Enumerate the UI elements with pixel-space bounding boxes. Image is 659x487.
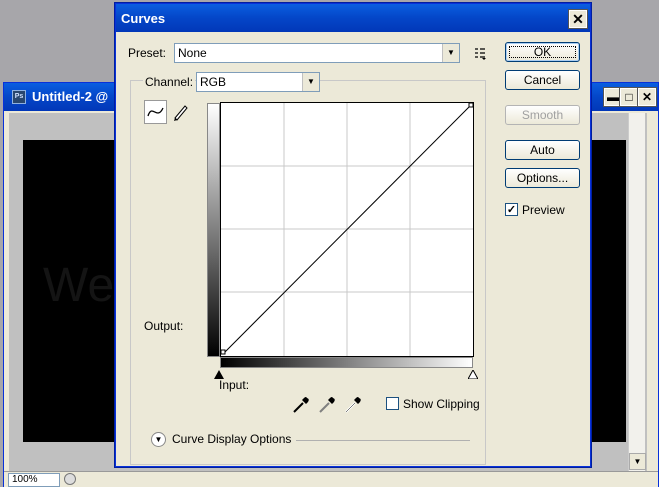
- channel-value: RGB: [200, 75, 227, 89]
- preset-value: None: [178, 46, 207, 60]
- input-label: Input:: [219, 378, 250, 392]
- preview-label: Preview: [522, 203, 565, 217]
- options-button[interactable]: Options...: [505, 168, 580, 188]
- gray-point-eyedropper-icon[interactable]: [317, 395, 337, 415]
- output-label: Output:: [144, 319, 184, 333]
- auto-button[interactable]: Auto: [505, 140, 580, 160]
- document-status-bar: 100%: [4, 471, 658, 487]
- zoom-level-field[interactable]: 100%: [8, 473, 60, 487]
- scroll-down-button[interactable]: ▼: [629, 453, 646, 470]
- preset-menu-icon[interactable]: [473, 46, 487, 60]
- channel-label: Channel:: [143, 75, 196, 89]
- preset-label: Preset:: [128, 46, 167, 60]
- chevron-down-icon: ▼: [442, 44, 459, 62]
- curve-display-options-label[interactable]: Curve Display Options: [172, 432, 291, 446]
- pencil-tool-icon[interactable]: [170, 101, 190, 123]
- show-clipping-label: Show Clipping: [403, 397, 480, 411]
- input-gradient-bar: [220, 357, 473, 368]
- white-point-eyedropper-icon[interactable]: [343, 395, 363, 415]
- document-title: Untitled-2 @: [32, 89, 109, 104]
- white-point-slider[interactable]: [467, 368, 479, 382]
- curve-graph[interactable]: [220, 102, 474, 357]
- preset-dropdown[interactable]: None ▼: [174, 43, 460, 63]
- canvas-text: We: [43, 259, 115, 312]
- dialog-close-button[interactable]: ✕: [568, 9, 588, 29]
- curve-point-white[interactable]: [468, 102, 474, 108]
- status-menu-icon[interactable]: [64, 473, 76, 485]
- dialog-title-bar[interactable]: Curves ✕: [116, 4, 590, 32]
- smooth-button[interactable]: Smooth: [505, 105, 580, 125]
- output-gradient-bar: [207, 103, 220, 357]
- black-point-eyedropper-icon[interactable]: [291, 395, 311, 415]
- channel-dropdown[interactable]: RGB ▼: [196, 72, 320, 92]
- ok-button[interactable]: OK: [505, 42, 580, 62]
- curve-tool-icon[interactable]: [144, 100, 167, 124]
- cancel-button[interactable]: Cancel: [505, 70, 580, 90]
- dialog-title: Curves: [121, 11, 166, 26]
- maximize-button[interactable]: □: [619, 87, 639, 107]
- separator-line: [296, 440, 470, 441]
- chevron-down-icon[interactable]: ▼: [151, 432, 166, 447]
- chevron-down-icon: ▼: [302, 73, 319, 91]
- curve-point-black[interactable]: [220, 349, 226, 355]
- document-close-button[interactable]: ✕: [637, 87, 657, 107]
- focus-ring: [509, 46, 576, 58]
- curve-graph-svg[interactable]: [220, 102, 474, 356]
- photoshop-doc-icon: Ps: [12, 90, 26, 104]
- preview-checkbox[interactable]: ✓: [505, 203, 518, 216]
- vertical-scrollbar[interactable]: ▼: [628, 113, 646, 471]
- show-clipping-checkbox[interactable]: [386, 397, 399, 410]
- curves-dialog: Curves ✕ Preset: None ▼ Channel: RGB ▼ O…: [115, 3, 591, 467]
